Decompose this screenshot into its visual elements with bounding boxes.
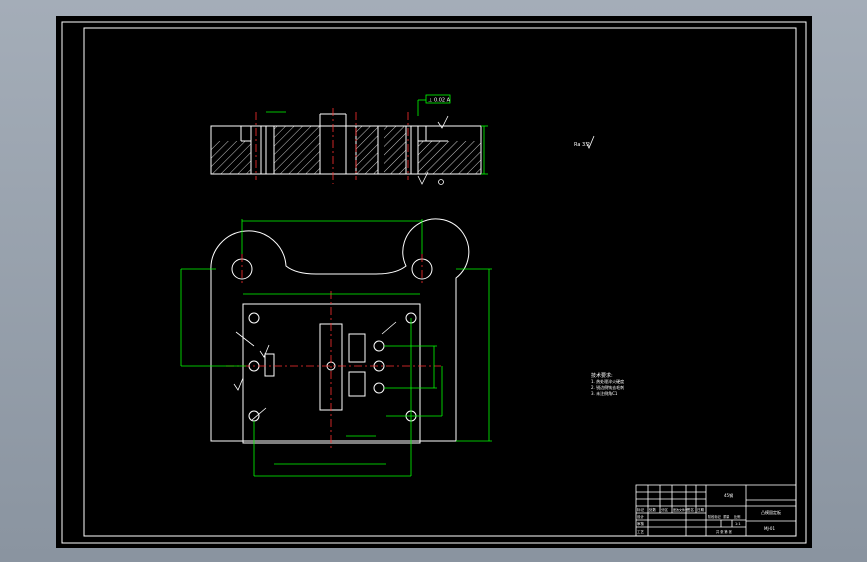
title-sheet: 共 张 第 张 xyxy=(716,529,733,534)
punch-slot-lower xyxy=(348,371,366,397)
title-drawing-no: MJ-01 xyxy=(764,526,775,531)
technical-notes: 技术要求: 1. 热处理淬火硬度 2. 锐边倒钝去毛刺 3. 未注倒角C1 xyxy=(591,372,624,396)
title-header-2: 处数 xyxy=(649,507,657,512)
title-row-review: 审核 xyxy=(637,521,645,526)
punch-slot-upper xyxy=(348,333,366,363)
title-label-scale: 比例 xyxy=(734,514,740,519)
title-material: 45钢 xyxy=(724,492,733,498)
notes-heading: 技术要求: xyxy=(591,372,613,379)
plan-centerlines xyxy=(226,254,441,451)
notes-line-3: 3. 未注倒角C1 xyxy=(591,390,618,396)
title-header-4: 更改文件号 xyxy=(673,507,688,512)
tolerance-frame: ⊥ 0.02 A xyxy=(428,98,451,104)
section-hatch-2 xyxy=(274,126,320,174)
small-slot-left xyxy=(264,353,275,377)
notes-line-1: 1. 热处理淬火硬度 xyxy=(591,378,624,384)
cad-viewport[interactable]: ⊥ 0.02 A Ra 3.2 技术要求: 1. 热处理淬火硬度 2. 锐边倒钝… xyxy=(56,16,812,548)
section-view[interactable]: ⊥ 0.02 A xyxy=(210,94,488,185)
section-hatch-4 xyxy=(384,126,406,174)
title-header-5: 签名 xyxy=(687,507,694,512)
section-hole-walls xyxy=(240,113,448,174)
section-hatch-5 xyxy=(418,141,481,174)
title-header-6: 日期 xyxy=(697,507,705,512)
section-hatch-1 xyxy=(211,141,251,174)
cad-drawing-canvas[interactable]: ⊥ 0.02 A Ra 3.2 技术要求: 1. 热处理淬火硬度 2. 锐边倒钝… xyxy=(56,16,812,548)
inner-plate xyxy=(242,303,421,444)
title-row-process: 工艺 xyxy=(637,529,645,534)
sheet-inner-border xyxy=(83,27,797,537)
plan-leaders xyxy=(233,321,397,421)
plan-dimensions xyxy=(180,219,492,477)
title-part-name: 凸模固定板 xyxy=(761,509,781,515)
title-row-design: 设计 xyxy=(637,514,645,519)
datum-circle-icon xyxy=(438,179,444,185)
roughness-note-text: Ra 3.2 xyxy=(574,142,590,148)
title-header-3: 分区 xyxy=(661,507,669,512)
notes-line-2: 2. 锐边倒钝去毛刺 xyxy=(591,384,624,390)
title-label-weight: 重量 xyxy=(723,514,730,519)
title-header-1: 标记 xyxy=(637,507,645,512)
title-scale: 1:1 xyxy=(735,522,741,526)
section-hatch-3 xyxy=(356,126,378,174)
roughness-note: Ra 3.2 xyxy=(574,135,595,149)
plan-view[interactable] xyxy=(180,218,492,477)
title-label-stage: 阶段标记 xyxy=(708,514,722,519)
plan-outline xyxy=(210,218,470,442)
